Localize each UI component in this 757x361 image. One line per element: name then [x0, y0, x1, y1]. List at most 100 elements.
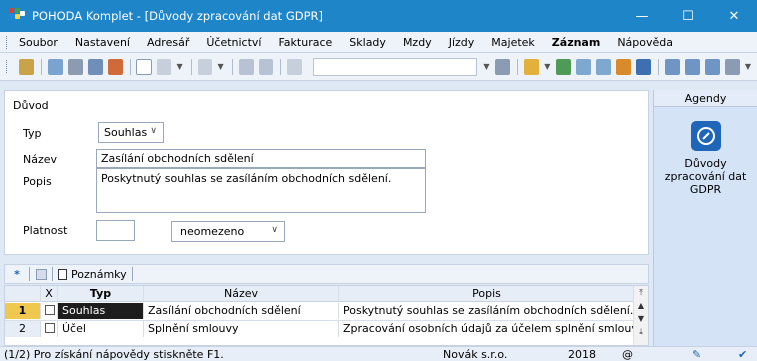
window-title: POHODA Komplet - [Důvody zpracování dat … [32, 9, 323, 23]
header-x[interactable]: X [41, 286, 58, 302]
filter-icon[interactable] [18, 58, 34, 75]
chevron-down-icon: ∨ [150, 126, 157, 136]
pen-icon[interactable]: ✎ [692, 348, 701, 361]
menu-soubor[interactable]: Soubor [19, 36, 58, 49]
combo-dropdown-icon[interactable]: ▼ [483, 62, 489, 71]
grid-icon[interactable] [596, 58, 612, 75]
header-popis[interactable]: Popis [339, 286, 635, 302]
menu-jizdy[interactable]: Jízdy [449, 36, 475, 49]
tools-icon[interactable] [724, 58, 740, 75]
report-icon[interactable] [87, 58, 103, 75]
refresh-icon[interactable] [107, 58, 123, 75]
grid-scrollbar[interactable]: ⤒ ▲ ▼ ⤓ [633, 286, 648, 345]
title-bar: POHODA Komplet - [Důvody zpracování dat … [0, 0, 757, 32]
minimize-icon: — [635, 8, 649, 24]
cell-popis[interactable]: Poskytnutý souhlas se zasíláním obchodní… [339, 303, 635, 319]
window2-icon[interactable] [685, 58, 700, 75]
maximize-button[interactable]: ☐ [665, 0, 711, 32]
back-icon[interactable] [197, 58, 213, 75]
status-at: @ [622, 348, 633, 361]
tab-new-record[interactable]: * [5, 268, 29, 281]
cell-typ[interactable]: Účel [58, 321, 144, 337]
toolbar-separator [517, 58, 519, 75]
popis-field[interactable]: Poskytnutý souhlas se zasíláním obchodní… [96, 168, 426, 213]
scroll-down-icon[interactable]: ▼ [634, 312, 648, 325]
folder-icon[interactable] [524, 58, 540, 75]
status-help-text: (1/2) Pro získání nápovědy stiskněte F1. [4, 348, 224, 361]
toolbar-separator [658, 58, 660, 75]
record-form: Důvod Typ Souhlas ∨ Název Zasílání obcho… [4, 90, 649, 255]
filter-tab-icon[interactable] [36, 268, 47, 280]
check-icon[interactable]: ✔ [738, 348, 747, 361]
agendy-item-label[interactable]: Důvody zpracování dat GDPR [654, 157, 757, 196]
save-all-icon[interactable] [258, 58, 274, 75]
ban-icon[interactable] [636, 58, 652, 75]
folder-dropdown-icon[interactable]: ▼ [544, 62, 550, 71]
save-icon[interactable] [238, 58, 254, 75]
agendy-panel: Agendy Důvody zpracování dat GDPR [653, 90, 757, 346]
platnost-select-value: neomezeno [180, 225, 245, 238]
typ-select-value: Souhlas [104, 126, 148, 139]
close-button[interactable]: ✕ [711, 0, 757, 32]
copy-icon[interactable] [287, 58, 303, 75]
menu-sklady[interactable]: Sklady [349, 36, 386, 49]
minimize-button[interactable]: — [619, 0, 665, 32]
maximize-icon: ☐ [682, 8, 694, 24]
edit-dropdown-icon[interactable]: ▼ [176, 62, 182, 71]
cell-popis[interactable]: Zpracování osobních údajů za účelem spln… [339, 321, 635, 337]
platnost-date-input[interactable] [96, 220, 135, 241]
toolbar-combo-input[interactable] [313, 57, 478, 76]
cell-typ[interactable]: Souhlas [58, 303, 144, 319]
row-checkbox[interactable] [41, 321, 58, 337]
popis-value: Poskytnutý souhlas se zasíláním obchodní… [101, 172, 392, 185]
users-icon[interactable] [616, 58, 632, 75]
cell-nazev[interactable]: Splnění smlouvy [144, 321, 339, 337]
group-label: Důvod [13, 99, 49, 112]
gdpr-agenda-icon[interactable] [690, 121, 721, 151]
menu-majetek[interactable]: Majetek [491, 36, 535, 49]
menu-grip[interactable] [6, 35, 9, 49]
toolbar-grip[interactable] [6, 60, 9, 73]
tools-dropdown-icon[interactable]: ▼ [745, 62, 751, 71]
menu-mzdy[interactable]: Mzdy [403, 36, 432, 49]
scroll-top-icon[interactable]: ⤒ [634, 286, 648, 299]
data-grid: X Typ Název Popis 1 Souhlas Zasílání obc… [4, 285, 649, 346]
typ-select[interactable]: Souhlas ∨ [98, 122, 164, 143]
new-record-icon[interactable] [136, 58, 152, 75]
table-row[interactable]: 2 Účel Splnění smlouvy Zpracování osobní… [5, 320, 635, 337]
menu-napoveda[interactable]: Nápověda [617, 36, 673, 49]
scroll-up-icon[interactable]: ▲ [634, 299, 648, 312]
pohoda-logo-icon [9, 8, 25, 24]
menu-zaznam[interactable]: Záznam [552, 36, 601, 49]
window-icon[interactable] [665, 58, 681, 75]
preview-icon[interactable] [47, 58, 63, 75]
scroll-bottom-icon[interactable]: ⤓ [634, 325, 648, 338]
nazev-field[interactable]: Zasílání obchodních sdělení [96, 149, 426, 168]
grid-tab-bar: * Poznámky [4, 264, 649, 284]
nazev-value: Zasílání obchodních sdělení [101, 152, 254, 165]
gdpr-shield-icon [696, 127, 715, 145]
print-icon[interactable] [67, 58, 83, 75]
menu-fakturace[interactable]: Fakturace [278, 36, 332, 49]
clear-filter-icon[interactable] [495, 58, 511, 75]
table-row[interactable]: 1 Souhlas Zasílání obchodních sdělení Po… [5, 303, 635, 319]
header-nazev[interactable]: Název [144, 286, 339, 302]
menu-ucetnictvi[interactable]: Účetnictví [206, 36, 261, 49]
edit-icon[interactable] [156, 58, 172, 75]
toolbar-separator [129, 58, 131, 75]
menu-nastaveni[interactable]: Nastavení [75, 36, 130, 49]
row-checkbox[interactable] [41, 303, 58, 319]
toolbar-separator [190, 58, 192, 75]
header-typ[interactable]: Typ [58, 286, 144, 302]
row-number: 2 [5, 321, 41, 337]
settings-icon[interactable] [556, 58, 572, 75]
menu-bar: Soubor Nastavení Adresář Účetnictví Fakt… [0, 32, 757, 53]
cell-nazev[interactable]: Zasílání obchodních sdělení [144, 303, 339, 319]
platnost-select[interactable]: neomezeno ∨ [171, 221, 285, 242]
menu-adresar[interactable]: Adresář [147, 36, 189, 49]
back-dropdown-icon[interactable]: ▼ [217, 62, 223, 71]
table-icon[interactable] [576, 58, 592, 75]
close-icon: ✕ [728, 8, 740, 24]
tab-poznamky[interactable]: Poznámky [71, 268, 127, 281]
window3-icon[interactable] [704, 58, 720, 75]
